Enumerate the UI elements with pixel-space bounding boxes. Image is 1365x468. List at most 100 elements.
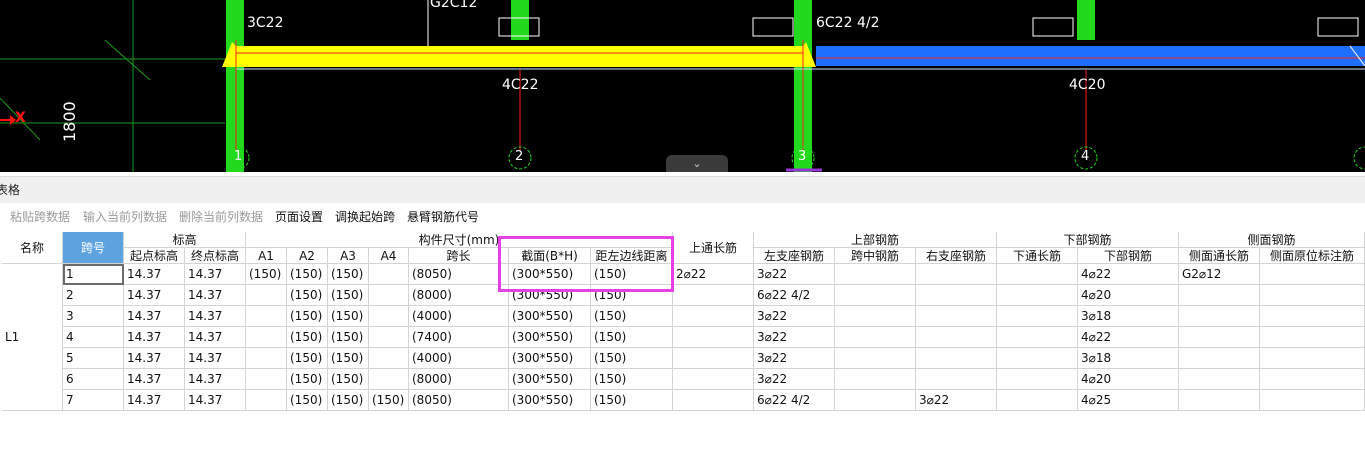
row-5-a1-cell[interactable] — [246, 348, 287, 369]
row-4-mid-cell[interactable] — [835, 327, 916, 348]
header-bottom-main[interactable]: 下部钢筋 — [1078, 248, 1179, 264]
header-span-length[interactable]: 跨长 — [409, 248, 509, 264]
row-4-start-cell[interactable]: 14.37 — [124, 327, 185, 348]
row-2-start-cell[interactable]: 14.37 — [124, 285, 185, 306]
header-span[interactable]: 跨号 — [63, 232, 124, 264]
row-6-top-cell[interactable] — [673, 369, 754, 390]
row-2-a1-cell[interactable] — [246, 285, 287, 306]
row-2-end-cell[interactable]: 14.37 — [185, 285, 246, 306]
row-6-start-cell[interactable]: 14.37 — [124, 369, 185, 390]
row-5-off-cell[interactable]: (150) — [591, 348, 673, 369]
header-left-support[interactable]: 左支座钢筋 — [754, 248, 835, 264]
row-6-end-cell[interactable]: 14.37 — [185, 369, 246, 390]
page-setup-button[interactable]: 页面设置 — [275, 204, 323, 230]
row-3-bottom-cell[interactable]: 3⌀18 — [1078, 306, 1179, 327]
row-5-top-cell[interactable] — [673, 348, 754, 369]
row-3-right-cell[interactable] — [916, 306, 997, 327]
header-bottom-through[interactable]: 下通长筋 — [997, 248, 1078, 264]
row-4-top-cell[interactable] — [673, 327, 754, 348]
row-1-side-cell[interactable]: G2⌀12 — [1179, 264, 1260, 285]
row-2-right-cell[interactable] — [916, 285, 997, 306]
row-5-sec-cell[interactable]: (300*550) — [509, 348, 591, 369]
paste-span-data-button[interactable]: 粘贴跨数据 — [10, 204, 70, 230]
row-6-right-cell[interactable] — [916, 369, 997, 390]
row-7-bthru-cell[interactable] — [997, 390, 1078, 411]
row-1-sideorig-cell[interactable] — [1260, 264, 1365, 285]
swap-start-span-button[interactable]: 调换起始跨 — [335, 204, 395, 230]
row-4-sec-cell[interactable]: (300*550) — [509, 327, 591, 348]
row-6-off-cell[interactable]: (150) — [591, 369, 673, 390]
row-3-sec-cell[interactable]: (300*550) — [509, 306, 591, 327]
header-a2[interactable]: A2 — [287, 248, 328, 264]
row-4-a4-cell[interactable] — [369, 327, 409, 348]
row-7-start-cell[interactable]: 14.37 — [124, 390, 185, 411]
row-1-right-cell[interactable] — [916, 264, 997, 285]
row-7-sec-cell[interactable]: (300*550) — [509, 390, 591, 411]
row-4-len-cell[interactable]: (7400) — [409, 327, 509, 348]
row-7-left-cell[interactable]: 6⌀22 4/2 — [754, 390, 835, 411]
cantilever-rebar-code-button[interactable]: 悬臂钢筋代号 — [407, 204, 479, 230]
row-2-bottom-cell[interactable]: 4⌀20 — [1078, 285, 1179, 306]
row-3-mid-cell[interactable] — [835, 306, 916, 327]
row-3-a4-cell[interactable] — [369, 306, 409, 327]
row-4-end-cell[interactable]: 14.37 — [185, 327, 246, 348]
row-6-sideorig-cell[interactable] — [1260, 369, 1365, 390]
row-4-a1-cell[interactable] — [246, 327, 287, 348]
row-6-sec-cell[interactable]: (300*550) — [509, 369, 591, 390]
row-7-right-cell[interactable]: 3⌀22 — [916, 390, 997, 411]
header-side-original[interactable]: 侧面原位标注筋 — [1260, 248, 1365, 264]
row-7-mid-cell[interactable] — [835, 390, 916, 411]
row-6-bthru-cell[interactable] — [997, 369, 1078, 390]
row-2-left-cell[interactable]: 6⌀22 4/2 — [754, 285, 835, 306]
row-6-a2-cell[interactable]: (150) — [287, 369, 328, 390]
row-7-sideorig-cell[interactable] — [1260, 390, 1365, 411]
collapse-panel-button[interactable]: ⌄ — [666, 155, 728, 172]
row-1-a2-cell[interactable]: (150) — [287, 264, 328, 285]
row-6-side-cell[interactable] — [1179, 369, 1260, 390]
row-3-span-cell[interactable]: 3 — [63, 306, 124, 327]
row-3-a1-cell[interactable] — [246, 306, 287, 327]
row-5-a3-cell[interactable]: (150) — [328, 348, 369, 369]
row-1-a4-cell[interactable] — [369, 264, 409, 285]
header-right-support[interactable]: 右支座钢筋 — [916, 248, 997, 264]
row-6-bottom-cell[interactable]: 4⌀20 — [1078, 369, 1179, 390]
row-2-a3-cell[interactable]: (150) — [328, 285, 369, 306]
row-5-start-cell[interactable]: 14.37 — [124, 348, 185, 369]
row-2-a2-cell[interactable]: (150) — [287, 285, 328, 306]
input-column-data-button[interactable]: 输入当前列数据 — [83, 204, 167, 230]
row-1-start-cell[interactable]: 14.37 — [124, 264, 185, 285]
header-side-through[interactable]: 侧面通长筋 — [1179, 248, 1260, 264]
row-7-span-cell[interactable]: 7 — [63, 390, 124, 411]
row-4-span-cell[interactable]: 4 — [63, 327, 124, 348]
row-7-len-cell[interactable]: (8050) — [409, 390, 509, 411]
row-7-a1-cell[interactable] — [246, 390, 287, 411]
row-7-a4-cell[interactable]: (150) — [369, 390, 409, 411]
row-5-bottom-cell[interactable]: 3⌀18 — [1078, 348, 1179, 369]
row-7-a2-cell[interactable]: (150) — [287, 390, 328, 411]
row-2-bthru-cell[interactable] — [997, 285, 1078, 306]
header-a4[interactable]: A4 — [369, 248, 409, 264]
header-start-elevation[interactable]: 起点标高 — [124, 248, 185, 264]
row-5-end-cell[interactable]: 14.37 — [185, 348, 246, 369]
row-1-mid-cell[interactable] — [835, 264, 916, 285]
header-end-elevation[interactable]: 终点标高 — [185, 248, 246, 264]
row-1-a1-cell[interactable]: (150) — [246, 264, 287, 285]
row-1-span-cell[interactable]: 1 — [63, 264, 124, 285]
row-1-bottom-cell[interactable]: 4⌀22 — [1078, 264, 1179, 285]
row-3-start-cell[interactable]: 14.37 — [124, 306, 185, 327]
row-1-end-cell[interactable]: 14.37 — [185, 264, 246, 285]
row-4-side-cell[interactable] — [1179, 327, 1260, 348]
header-mid-span[interactable]: 跨中钢筋 — [835, 248, 916, 264]
row-5-mid-cell[interactable] — [835, 348, 916, 369]
row-6-left-cell[interactable]: 3⌀22 — [754, 369, 835, 390]
row-5-span-cell[interactable]: 5 — [63, 348, 124, 369]
header-top-through[interactable]: 上通长筋 — [673, 232, 754, 264]
row-2-span-cell[interactable]: 2 — [63, 285, 124, 306]
row-1-a3-cell[interactable]: (150) — [328, 264, 369, 285]
header-a1[interactable]: A1 — [246, 248, 287, 264]
row-3-left-cell[interactable]: 3⌀22 — [754, 306, 835, 327]
row-3-sideorig-cell[interactable] — [1260, 306, 1365, 327]
row-4-off-cell[interactable]: (150) — [591, 327, 673, 348]
row-7-top-cell[interactable] — [673, 390, 754, 411]
row-4-bthru-cell[interactable] — [997, 327, 1078, 348]
